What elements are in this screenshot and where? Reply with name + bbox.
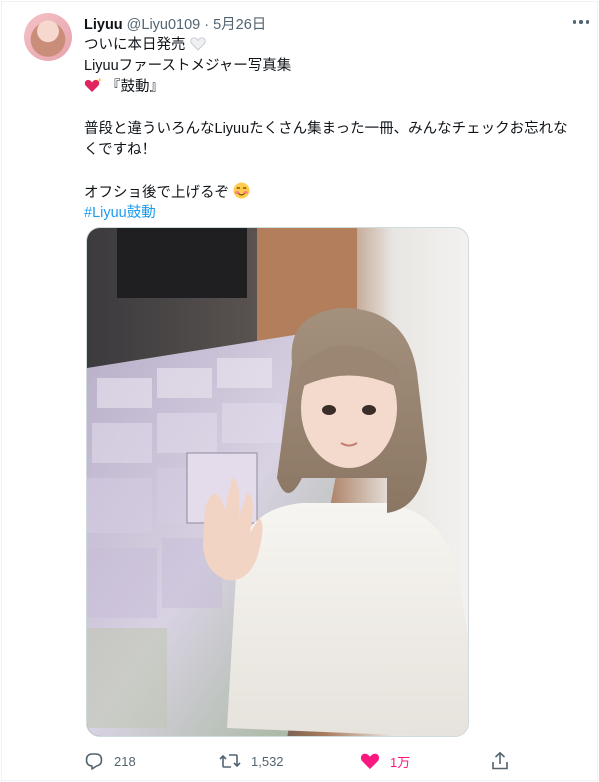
text-line: オフショ後で上げるぞ xyxy=(84,182,584,203)
text-line: 『鼓動』 xyxy=(84,77,584,98)
more-options-icon[interactable] xyxy=(568,12,594,32)
share-icon xyxy=(492,751,508,770)
like-count: 1万 xyxy=(390,754,411,770)
text-line-blank xyxy=(84,98,584,119)
text-line: 普段と違ういろんなLiyuuたくさん集まった一冊、みんなチェックお忘れな xyxy=(84,119,584,140)
like-icon xyxy=(360,753,380,769)
text-line-content: 普段と違ういろんなLiyuuたくさん集まった一冊、みんなチェックお忘れな xyxy=(84,121,568,137)
profile-avatar[interactable] xyxy=(24,13,72,61)
tweet-date[interactable]: 5月26日 xyxy=(213,13,266,34)
text-line: Liyuuファーストメジャー写真集 xyxy=(84,56,584,77)
reply-icon xyxy=(85,753,103,770)
share-button[interactable] xyxy=(490,749,510,773)
retweet-button[interactable]: 1,532 xyxy=(219,749,284,773)
display-name[interactable]: Liyuu xyxy=(84,17,123,33)
text-line: ついに本日発売 xyxy=(84,35,584,56)
text-line-blank xyxy=(84,161,584,182)
tweet-text: ついに本日発売 Liyuuファーストメジャー写真集 『鼓動』 普段と違ういろんな… xyxy=(84,35,584,224)
hashtag-link[interactable]: #Liyuu鼓動 xyxy=(84,205,156,221)
sparkling-red-heart-emoji xyxy=(84,77,102,92)
smiling-blush-emoji xyxy=(233,182,250,199)
reply-button[interactable]: 218 xyxy=(84,749,136,773)
tweet-header: Liyuu @Liyu0109 · 5月26日 xyxy=(84,13,266,33)
tweet-actions: 218 1,532 1万 xyxy=(84,749,524,773)
like-button[interactable]: 1万 xyxy=(360,749,410,773)
text-line-content: ついに本日発売 xyxy=(84,37,186,53)
white-heart-emoji xyxy=(189,37,206,51)
reply-count: 218 xyxy=(114,753,136,769)
text-line-content: 『鼓動』 xyxy=(106,79,165,95)
retweet-count: 1,532 xyxy=(251,753,284,769)
text-line-content: くですね！ xyxy=(84,142,157,158)
photo-selfie-with-photobooks[interactable] xyxy=(86,227,469,737)
text-line-content: オフショ後で上げるぞ xyxy=(84,185,229,201)
text-line: #Liyuu鼓動 xyxy=(84,203,584,224)
user-handle[interactable]: @Liyu0109 xyxy=(127,17,201,33)
header-separator: · xyxy=(204,17,210,33)
text-line: くですね！ xyxy=(84,140,584,161)
text-line-content: Liyuuファーストメジャー写真集 xyxy=(84,58,292,74)
retweet-icon xyxy=(219,754,241,768)
